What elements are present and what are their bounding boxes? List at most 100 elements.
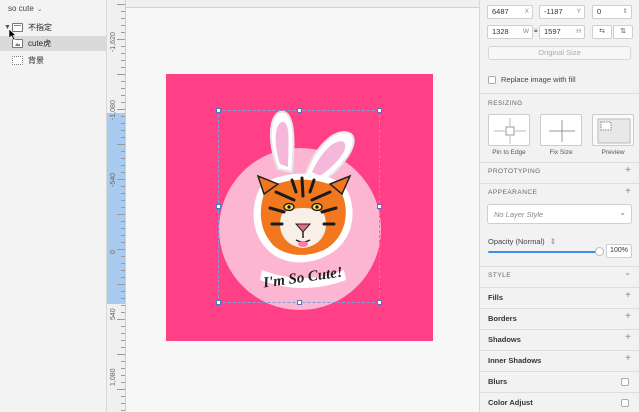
updown-chevron-icon: ⇕ xyxy=(549,237,557,246)
divider xyxy=(480,308,639,309)
opacity-label[interactable]: Opacity (Normal) ⇕ xyxy=(488,237,556,246)
fix-size-label: Fix Size xyxy=(549,149,573,156)
chevron-down-icon[interactable]: ⌄ xyxy=(624,268,631,277)
x-position-field[interactable]: 6487 X xyxy=(487,5,533,19)
ruler-tick xyxy=(121,396,125,397)
ruler-tick xyxy=(121,81,125,82)
page-selector[interactable]: so cute ⌄ xyxy=(8,4,43,13)
ruler-tick xyxy=(121,333,125,334)
ruler-tick xyxy=(117,4,125,5)
add-inner-shadow-button[interactable]: + xyxy=(625,353,631,364)
divider xyxy=(480,350,639,351)
resize-handle-bottom-left[interactable] xyxy=(216,300,221,305)
ruler-tick xyxy=(121,235,125,236)
resize-handle-bottom[interactable] xyxy=(297,300,302,305)
image-layer-icon xyxy=(12,39,23,48)
ruler-tick xyxy=(121,116,125,117)
ruler-tick xyxy=(121,186,125,187)
ruler-tick xyxy=(121,291,125,292)
ruler-tick xyxy=(121,67,125,68)
flip-horizontal-icon: ⇆ xyxy=(599,28,605,35)
opacity-value-field[interactable]: 100% xyxy=(606,244,632,258)
lock-ratio-icon[interactable]: 🔒︎ xyxy=(534,27,538,35)
height-suffix: H xyxy=(576,28,581,35)
background-layer-icon xyxy=(12,56,23,65)
resize-handle-top-right[interactable] xyxy=(377,108,382,113)
ruler-tick xyxy=(121,95,125,96)
ruler-tick xyxy=(117,389,125,390)
vertical-ruler: -1,620 -1,080 -540 0 540 1,080 xyxy=(107,0,126,412)
flip-horizontal-button[interactable]: ⇆ xyxy=(592,25,612,39)
ruler-tick xyxy=(121,207,125,208)
ruler-tick xyxy=(121,340,125,341)
flip-vertical-button[interactable]: ⇅ xyxy=(613,25,633,39)
add-prototyping-button[interactable]: + xyxy=(625,165,631,176)
width-suffix: W xyxy=(522,28,529,35)
ruler-tick xyxy=(121,88,125,89)
ruler-tick xyxy=(121,361,125,362)
replace-image-checkbox[interactable] xyxy=(488,75,496,84)
divider xyxy=(480,93,639,94)
resize-handle-top[interactable] xyxy=(297,108,302,113)
fix-size-icon xyxy=(549,120,575,142)
ruler-tick xyxy=(121,221,125,222)
opacity-slider-knob[interactable] xyxy=(595,247,604,256)
resize-preview-icon xyxy=(597,118,631,144)
resize-handle-left[interactable] xyxy=(216,204,221,209)
add-fill-button[interactable]: + xyxy=(625,290,631,301)
original-size-button[interactable]: Original Size xyxy=(488,46,631,60)
selection-box[interactable] xyxy=(218,110,380,303)
layer-row-background[interactable]: 背景 xyxy=(0,53,106,68)
add-shadow-button[interactable]: + xyxy=(625,332,631,343)
add-border-button[interactable]: + xyxy=(625,311,631,322)
resize-handle-right[interactable] xyxy=(377,204,382,209)
ruler-tick xyxy=(121,347,125,348)
ruler-tick xyxy=(121,25,125,26)
ruler-tick xyxy=(121,312,125,313)
replace-image-row[interactable]: Replace image with fill xyxy=(488,75,576,84)
ruler-tick xyxy=(117,109,125,110)
resize-handle-bottom-right[interactable] xyxy=(377,300,382,305)
fix-size-control[interactable] xyxy=(540,114,582,146)
artboard[interactable]: I'm So Cute! xyxy=(166,74,433,341)
canvas[interactable]: I'm So Cute! xyxy=(126,8,479,412)
ruler-tick xyxy=(121,256,125,257)
color-adjust-toggle-checkbox[interactable] xyxy=(621,399,629,407)
y-position-field[interactable]: -1187 Y xyxy=(539,5,585,19)
color-adjust-row-label[interactable]: Color Adjust xyxy=(488,398,533,407)
blurs-toggle-checkbox[interactable] xyxy=(621,378,629,386)
fills-row-label[interactable]: Fills xyxy=(488,293,503,302)
rotation-field[interactable]: 0 ⇕ xyxy=(592,5,632,19)
opacity-slider-track[interactable] xyxy=(488,251,598,253)
inner-shadows-row-label[interactable]: Inner Shadows xyxy=(488,356,541,365)
stepper-icon[interactable]: ⇕ xyxy=(623,6,628,18)
pin-to-edge-control[interactable] xyxy=(488,114,530,146)
ruler-tick xyxy=(117,319,125,320)
ruler-tick xyxy=(117,354,125,355)
borders-row-label[interactable]: Borders xyxy=(488,314,517,323)
layer-style-value: No Layer Style xyxy=(494,210,544,219)
ruler-tick xyxy=(121,60,125,61)
ruler-tick xyxy=(121,46,125,47)
ruler-tick xyxy=(121,172,125,173)
ruler-tick xyxy=(121,242,125,243)
divider xyxy=(480,287,639,288)
blurs-row-label[interactable]: Blurs xyxy=(488,377,507,386)
ruler-tick xyxy=(121,298,125,299)
ruler-tick xyxy=(121,375,125,376)
ruler-tick xyxy=(121,326,125,327)
shadows-row-label[interactable]: Shadows xyxy=(488,335,521,344)
ruler-tick xyxy=(121,11,125,12)
width-field[interactable]: 1328 W xyxy=(487,25,533,39)
layer-style-select[interactable]: No Layer Style ⌄ xyxy=(487,204,632,224)
height-field[interactable]: 1597 H xyxy=(539,25,585,39)
ruler-tick xyxy=(121,277,125,278)
divider xyxy=(480,371,639,372)
ruler-tick xyxy=(121,410,125,411)
add-appearance-button[interactable]: + xyxy=(625,186,631,197)
mouse-cursor-icon xyxy=(9,29,17,40)
ruler-tick xyxy=(121,305,125,306)
ruler-tick xyxy=(121,137,125,138)
resize-handle-top-left[interactable] xyxy=(216,108,221,113)
ruler-tick xyxy=(117,144,125,145)
